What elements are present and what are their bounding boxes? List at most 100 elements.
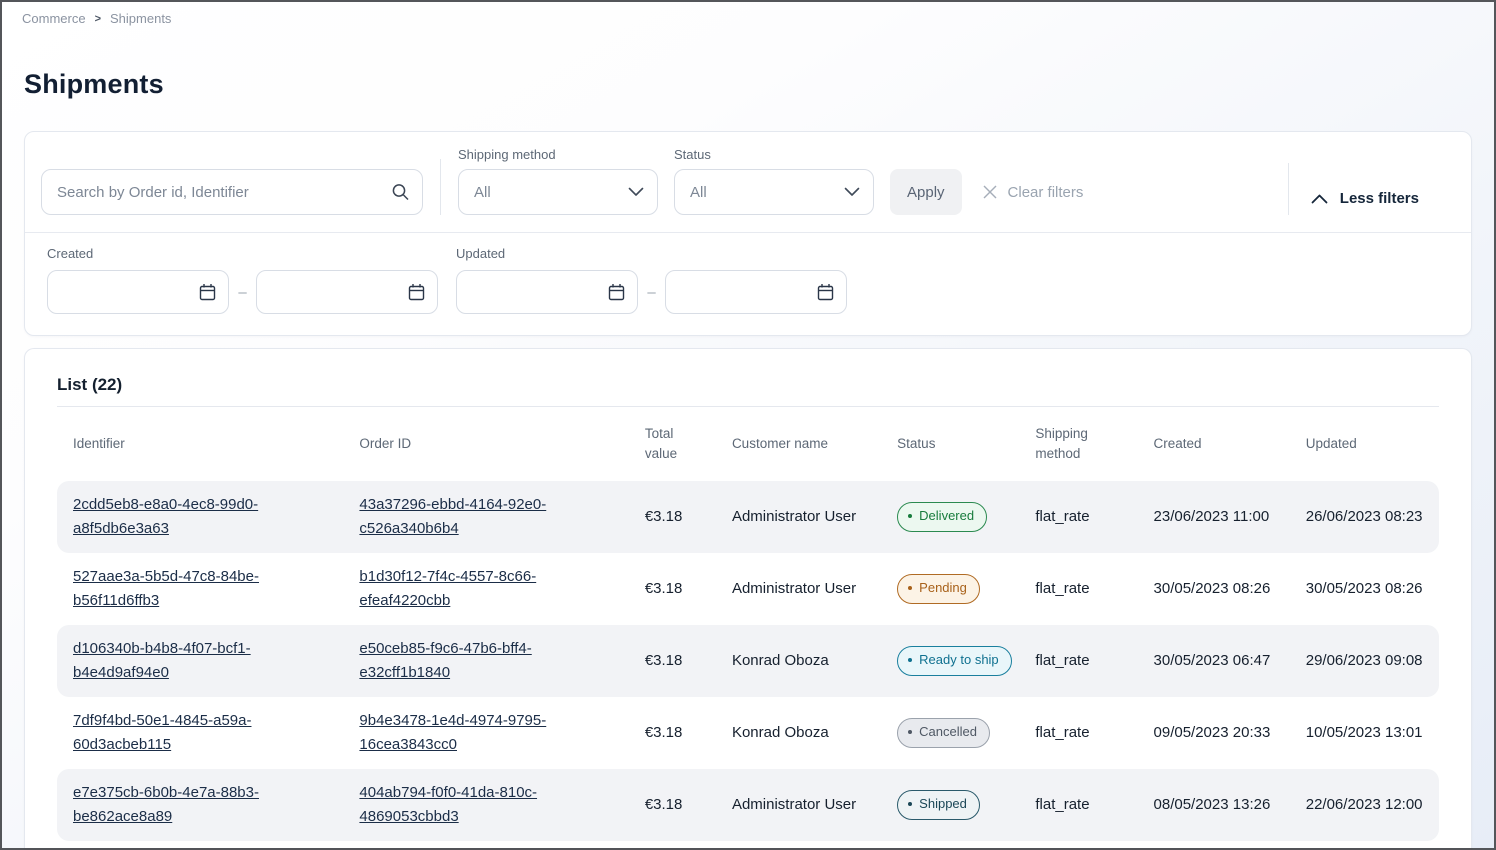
updated-from-wrap [456,270,638,314]
status-select[interactable]: All [674,169,874,215]
status-badge-label: Shipped [919,794,967,815]
identifier-cell: d106340b-b4b8-4f07-bcf1-b4e4d9af94e0 [57,625,343,697]
calendar-icon[interactable] [817,283,834,301]
created-cell: 08/05/2023 13:26 [1138,769,1290,841]
identifier-cell: 527aae3a-5b5d-47c8-84be-b56f11d6ffb3 [57,553,343,625]
table-header-row: Identifier Order ID Total value Customer… [57,407,1439,481]
shipments-page: { "breadcrumb": { "items": ["Commerce", … [0,0,1496,850]
status-badge-label: Ready to ship [919,650,999,671]
status-badge-label: Pending [919,578,967,599]
status-value: All [690,184,707,201]
order-id-cell: b1d30f12-7f4c-4557-8c66-efeaf4220cbb [343,553,628,625]
calendar-icon[interactable] [608,283,625,301]
close-icon [982,184,998,200]
order-id-link[interactable]: 43a37296-ebbd-4164-92e0-c526a340b6b4 [359,496,546,537]
status-badge: Cancelled [897,718,990,748]
filters-row-main: Shipping method All Status All [25,132,1471,233]
status-cell: Ready to ship [881,625,1019,697]
updated-range-label: Updated [456,246,847,261]
updated-date-range: Updated – [456,246,847,314]
total-value-cell: €3.18 [629,625,716,697]
customer-name-cell: Administrator User [716,481,881,553]
shipping-method-cell: flat_rate [1019,625,1137,697]
total-value-cell: €3.18 [629,481,716,553]
col-header-updated: Updated [1290,407,1439,481]
less-filters-toggle[interactable]: Less filters [1311,190,1419,207]
identifier-link[interactable]: 527aae3a-5b5d-47c8-84be-b56f11d6ffb3 [73,568,259,609]
identifier-link[interactable]: 7df9f4bd-50e1-4845-a59a-60d3acbeb115 [73,712,251,753]
status-dot-icon [908,730,912,734]
clear-filters-button[interactable]: Clear filters [982,169,1084,215]
shipping-method-select[interactable]: All [458,169,658,215]
identifier-link[interactable]: e7e375cb-6b0b-4e7a-88b3-be862ace8a89 [73,784,259,825]
list-title: List (22) [57,375,1439,395]
customer-name-cell: Administrator User [716,769,881,841]
order-id-cell: e50ceb85-f9c6-47b6-bff4-e32cff1b1840 [343,625,628,697]
created-cell: 30/05/2023 08:26 [1138,553,1290,625]
table-row: 527aae3a-5b5d-47c8-84be-b56f11d6ffb3 b1d… [57,553,1439,625]
chevron-down-icon [844,187,860,197]
shipments-list-panel: List (22) Identifier Order ID Total valu… [24,348,1472,848]
breadcrumb-item-commerce[interactable]: Commerce [22,11,86,26]
order-id-cell: 43a37296-ebbd-4164-92e0-c526a340b6b4 [343,481,628,553]
shipping-method-label: Shipping method [458,147,658,162]
customer-name-cell: Konrad Oboza [716,625,881,697]
divider-vertical [1288,163,1289,215]
shipping-method-cell: flat_rate [1019,769,1137,841]
updated-to-wrap [665,270,847,314]
shipping-method-cell: flat_rate [1019,481,1137,553]
order-id-cell: 9b4e3478-1e4d-4974-9795-16cea3843cc0 [343,697,628,769]
status-cell: Cancelled [881,697,1019,769]
breadcrumb-item-shipments[interactable]: Shipments [110,11,171,26]
search-icon[interactable] [391,183,410,202]
created-cell: 30/05/2023 06:47 [1138,625,1290,697]
status-badge: Ready to ship [897,646,1012,676]
status-badge: Delivered [897,502,987,532]
shipping-method-filter: Shipping method All [458,147,658,215]
shipping-method-cell: flat_rate [1019,697,1137,769]
range-dash: – [638,284,665,301]
status-badge: Pending [897,574,980,604]
search-input[interactable] [41,169,423,215]
identifier-cell: e7e375cb-6b0b-4e7a-88b3-be862ace8a89 [57,769,343,841]
shipments-table-wrap: Identifier Order ID Total value Customer… [57,406,1439,841]
clear-filters-label: Clear filters [1008,184,1084,201]
search-field-wrap [41,169,423,215]
order-id-cell: 404ab794-f0f0-41da-810c-4869053cbbd3 [343,769,628,841]
calendar-icon[interactable] [199,283,216,301]
status-cell: Delivered [881,481,1019,553]
order-id-link[interactable]: b1d30f12-7f4c-4557-8c66-efeaf4220cbb [359,568,536,609]
identifier-link[interactable]: 2cdd5eb8-e8a0-4ec8-99d0-a8f5db6e3a63 [73,496,258,537]
calendar-icon[interactable] [408,283,425,301]
col-header-identifier: Identifier [57,407,343,481]
col-header-shipping-method: Shipping method [1019,407,1137,481]
status-cell: Pending [881,553,1019,625]
status-filter: Status All [674,147,874,215]
range-dash: – [229,284,256,301]
shipments-table: Identifier Order ID Total value Customer… [57,407,1439,841]
shipping-method-value: All [474,184,491,201]
table-row: 2cdd5eb8-e8a0-4ec8-99d0-a8f5db6e3a63 43a… [57,481,1439,553]
total-value-cell: €3.18 [629,553,716,625]
identifier-link[interactable]: d106340b-b4b8-4f07-bcf1-b4e4d9af94e0 [73,640,251,681]
status-dot-icon [908,514,912,518]
divider-vertical [440,159,441,215]
status-label: Status [674,147,874,162]
order-id-link[interactable]: 9b4e3478-1e4d-4974-9795-16cea3843cc0 [359,712,546,753]
updated-cell: 26/06/2023 08:23 [1290,481,1439,553]
identifier-cell: 2cdd5eb8-e8a0-4ec8-99d0-a8f5db6e3a63 [57,481,343,553]
updated-cell: 30/05/2023 08:26 [1290,553,1439,625]
status-dot-icon [908,586,912,590]
table-row: e7e375cb-6b0b-4e7a-88b3-be862ace8a89 404… [57,769,1439,841]
table-row: 7df9f4bd-50e1-4845-a59a-60d3acbeb115 9b4… [57,697,1439,769]
order-id-link[interactable]: e50ceb85-f9c6-47b6-bff4-e32cff1b1840 [359,640,531,681]
filters-panel: Shipping method All Status All [24,131,1472,336]
status-cell: Shipped [881,769,1019,841]
less-filters-label: Less filters [1340,190,1419,207]
order-id-link[interactable]: 404ab794-f0f0-41da-810c-4869053cbbd3 [359,784,537,825]
created-cell: 23/06/2023 11:00 [1138,481,1290,553]
customer-name-cell: Konrad Oboza [716,697,881,769]
apply-button[interactable]: Apply [890,169,962,215]
shipments-table-body: 2cdd5eb8-e8a0-4ec8-99d0-a8f5db6e3a63 43a… [57,481,1439,841]
col-header-order-id: Order ID [343,407,628,481]
